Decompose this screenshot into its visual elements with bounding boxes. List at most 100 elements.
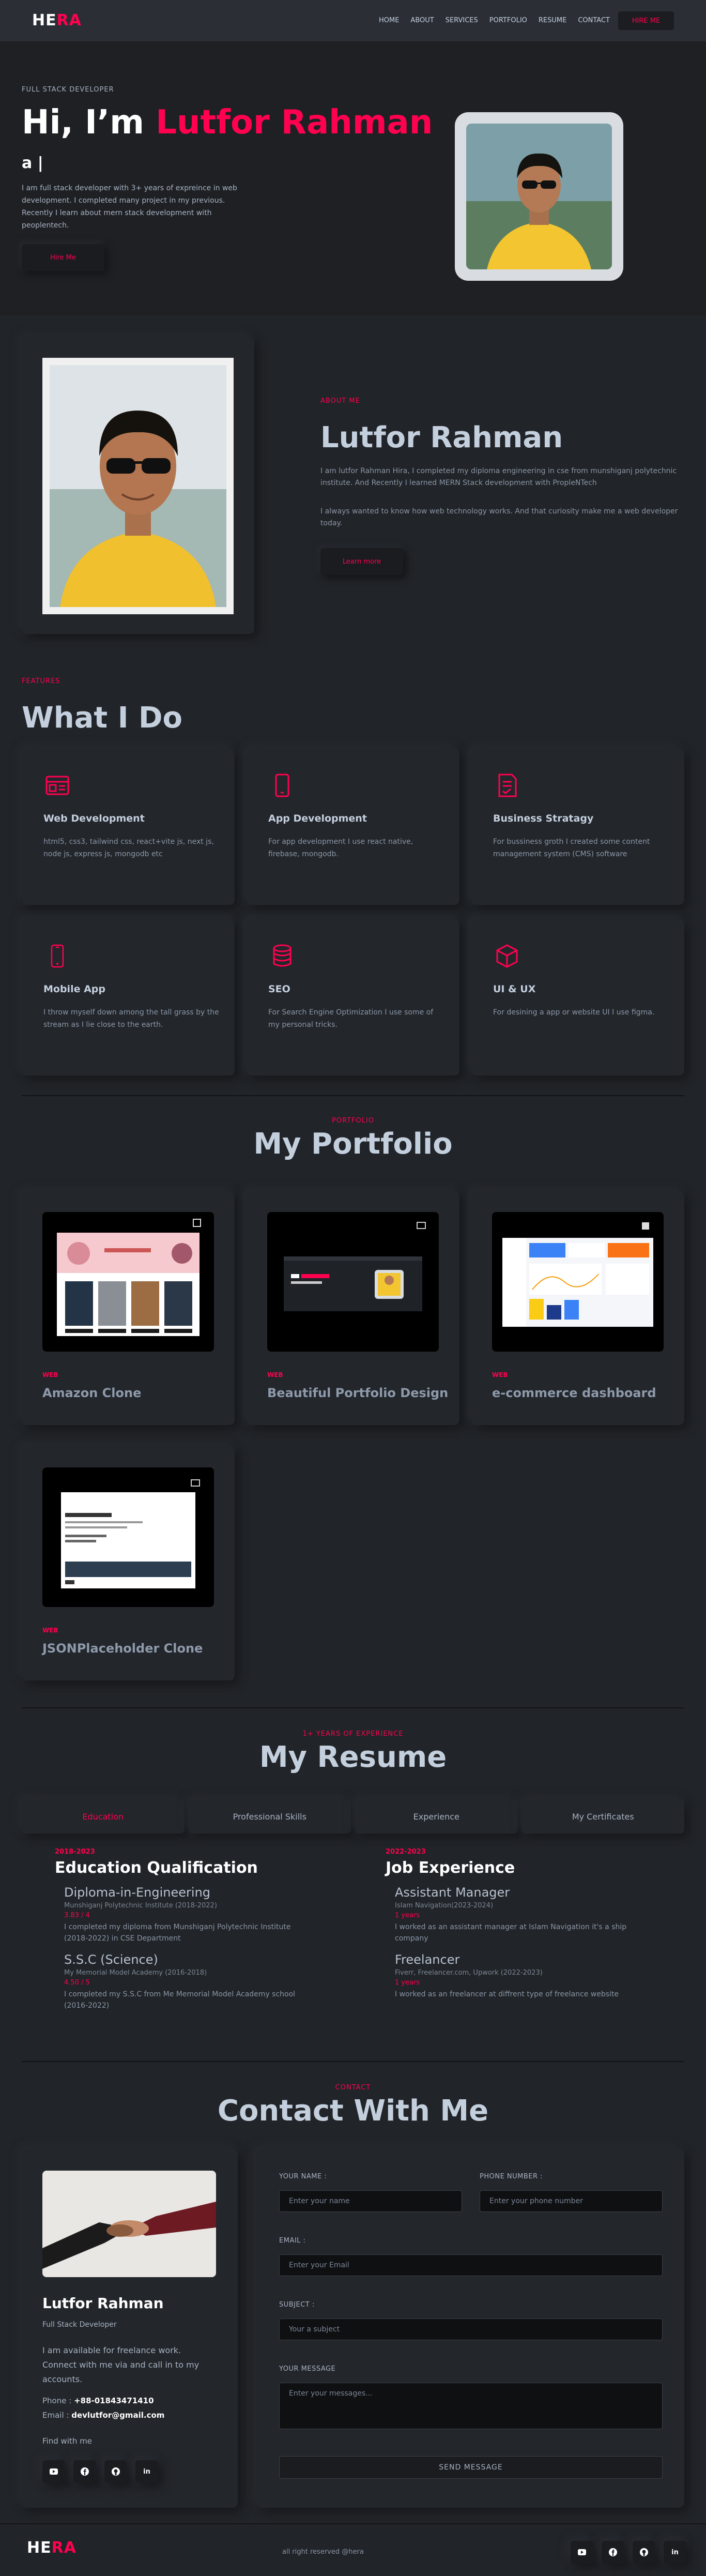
about-photo-frame: [42, 358, 234, 614]
resume-item: S.S.C (Science) My Memorial Model Academ…: [55, 1952, 365, 2011]
portfolio-card-portfolio-design[interactable]: WEB Beautiful Portfolio Design: [247, 1191, 459, 1425]
section-divider: [22, 2061, 684, 2062]
database-icon: [273, 944, 291, 967]
about-paragraph-1: I am lutfor Rahman Hira, I completed my …: [320, 467, 677, 487]
feature-title: Business Stratagy: [493, 813, 594, 824]
resume-title: My Resume: [259, 1740, 447, 1774]
mobile-icon: [51, 944, 64, 968]
portfolio-title[interactable]: JSONPlaceholder Clone: [42, 1641, 203, 1656]
portfolio-card-ecommerce-dashboard[interactable]: WEB e-commerce dashboard: [471, 1191, 684, 1425]
footer-logo[interactable]: HERA: [27, 2539, 76, 2557]
portfolio-screenshot: [42, 1212, 214, 1352]
feature-title: Web Development: [43, 813, 145, 824]
features-title: What I Do: [22, 701, 182, 735]
feature-card-ui-ux[interactable]: UI & UX For desining a app or website UI…: [471, 919, 684, 1075]
contact-email-row: Email : devlutfor@gmail.com: [42, 2411, 165, 2420]
feature-text: html5, css3, tailwind css, react+vite js…: [43, 838, 214, 858]
contact-form: YOUR NAME : Enter your name PHONE NUMBER…: [257, 2149, 684, 2508]
tab-my-certificates[interactable]: My Certificates: [521, 1799, 684, 1833]
nav-portfolio[interactable]: PORTFOLIO: [489, 17, 527, 24]
send-message-button[interactable]: SEND MESSAGE: [279, 2456, 663, 2479]
section-divider: [22, 1707, 684, 1708]
youtube-icon[interactable]: [42, 2460, 65, 2483]
portfolio-screenshot: [42, 1467, 214, 1607]
hire-me-button[interactable]: Hire Me: [22, 244, 104, 271]
resume-item-text: I completed my S.S.C from Me Memorial Mo…: [64, 1990, 296, 2010]
tab-education[interactable]: Education: [22, 1799, 185, 1833]
portfolio-card-jsonplaceholder-clone[interactable]: WEB JSONPlaceholder Clone: [22, 1447, 235, 1680]
nav-about[interactable]: ABOUT: [410, 17, 434, 24]
contact-phone[interactable]: +88-01843471410: [74, 2396, 154, 2405]
portfolio-title[interactable]: Beautiful Portfolio Design: [267, 1386, 448, 1400]
hire-me-nav-button[interactable]: HIRE ME: [618, 11, 674, 30]
resume-item-title: Freelancer: [395, 1952, 460, 1967]
resume-item-duration: 1 years: [395, 1979, 420, 1987]
contact-role: Full Stack Developer: [42, 2321, 117, 2329]
resume-item-text: I worked as an freelancer at diffrent ty…: [395, 1990, 619, 1998]
facebook-icon[interactable]: [73, 2460, 96, 2483]
contact-info-card: Lutfor Rahman Full Stack Developer I am …: [22, 2149, 238, 2508]
github-icon[interactable]: [633, 2541, 655, 2564]
logo[interactable]: HERA: [32, 11, 82, 29]
tab-experience[interactable]: Experience: [355, 1799, 518, 1833]
facebook-icon[interactable]: [602, 2541, 624, 2564]
footer-divider: [0, 2523, 706, 2524]
education-column: 2018-2023 Education Qualification Diplom…: [55, 1848, 365, 2011]
feature-card-web-development[interactable]: Web Development html5, css3, tailwind cs…: [22, 749, 235, 905]
hero-intro: I am full stack developer with 3+ years …: [22, 184, 237, 230]
nav-contact[interactable]: CONTACT: [578, 17, 610, 24]
subject-input[interactable]: Your a subject: [279, 2319, 663, 2340]
education-heading: Education Qualification: [55, 1859, 258, 1877]
feature-card-business-stratagy[interactable]: Business Stratagy For bussiness groth I …: [471, 749, 684, 905]
hero-photo-frame: [455, 112, 623, 281]
education-years: 2018-2023: [55, 1848, 95, 1856]
feature-card-seo[interactable]: SEO For Search Engine Optimization I use…: [247, 919, 459, 1075]
portfolio-screenshot: [492, 1212, 664, 1352]
resume-item-title: Assistant Manager: [395, 1885, 510, 1900]
find-with-me-label: Find with me: [42, 2436, 92, 2446]
resume-eyebrow: 1+ YEARS OF EXPERIENCE: [302, 1730, 404, 1738]
linkedin-icon[interactable]: in: [135, 2460, 158, 2483]
youtube-icon[interactable]: [571, 2541, 593, 2564]
hero-section: FULL STACK DEVELOPER Hi, I’m Lutfor Rahm…: [0, 41, 706, 315]
about-name: Lutfor Rahman: [320, 421, 563, 454]
message-textarea[interactable]: Enter your messages...: [279, 2383, 663, 2429]
portfolio-title[interactable]: Amazon Clone: [42, 1386, 141, 1400]
github-icon[interactable]: [104, 2460, 127, 2483]
portfolio-tag: WEB: [267, 1371, 283, 1378]
email-input[interactable]: Enter your Email: [279, 2254, 663, 2276]
tab-professional-skills[interactable]: Professional Skills: [188, 1799, 351, 1833]
name-label: YOUR NAME :: [279, 2173, 327, 2180]
nav-resume[interactable]: RESUME: [539, 17, 566, 24]
smartphone-icon: [275, 774, 289, 797]
feature-text: For Search Engine Optimization I use som…: [268, 1008, 434, 1029]
feature-card-mobile-app[interactable]: Mobile App I throw myself down among the…: [22, 919, 235, 1075]
site-header: HERA HOME ABOUT SERVICES PORTFOLIO RESUM…: [0, 0, 706, 41]
learn-more-button[interactable]: Learn more: [320, 548, 403, 575]
main-nav: HOME ABOUT SERVICES PORTFOLIO RESUME CON…: [379, 17, 610, 24]
name-input[interactable]: Enter your name: [279, 2190, 462, 2212]
contact-name: Lutfor Rahman: [42, 2295, 164, 2312]
hero-photo: [466, 124, 612, 269]
phone-input[interactable]: Enter your phone number: [480, 2190, 663, 2212]
linkedin-icon[interactable]: in: [664, 2541, 686, 2564]
portfolio-tag: WEB: [42, 1627, 58, 1634]
nav-services[interactable]: SERVICES: [446, 17, 478, 24]
resume-item-sub: Munshiganj Polytechnic Institute (2018-2…: [64, 1902, 217, 1910]
resume-item-sub: My Memorial Model Academy (2016-2018): [64, 1969, 207, 1977]
footer-copyright: all right reserved @hera: [282, 2548, 364, 2556]
message-label: YOUR MESSAGE: [279, 2365, 336, 2373]
portfolio-title[interactable]: e-commerce dashboard: [492, 1386, 656, 1400]
contact-email[interactable]: devlutfor@gmail.com: [71, 2411, 164, 2420]
nav-home[interactable]: HOME: [379, 17, 399, 24]
job-column: 2022-2023 Job Experience Assistant Manag…: [386, 1848, 696, 2000]
contact-phone-row: Phone : +88-01843471410: [42, 2396, 154, 2405]
portfolio-card-amazon-clone[interactable]: WEB Amazon Clone: [22, 1191, 235, 1425]
feature-title: App Development: [268, 813, 367, 824]
feature-title: SEO: [268, 983, 290, 995]
feature-card-app-development[interactable]: App Development For app development I us…: [247, 749, 459, 905]
hero-title: Hi, I’m Lutfor Rahman: [22, 103, 433, 142]
resume-item-text: I completed my diploma from Munshiganj P…: [64, 1923, 291, 1943]
job-heading: Job Experience: [386, 1859, 515, 1877]
resume-item: Assistant Manager Islam Navigation(2023-…: [386, 1885, 696, 1944]
